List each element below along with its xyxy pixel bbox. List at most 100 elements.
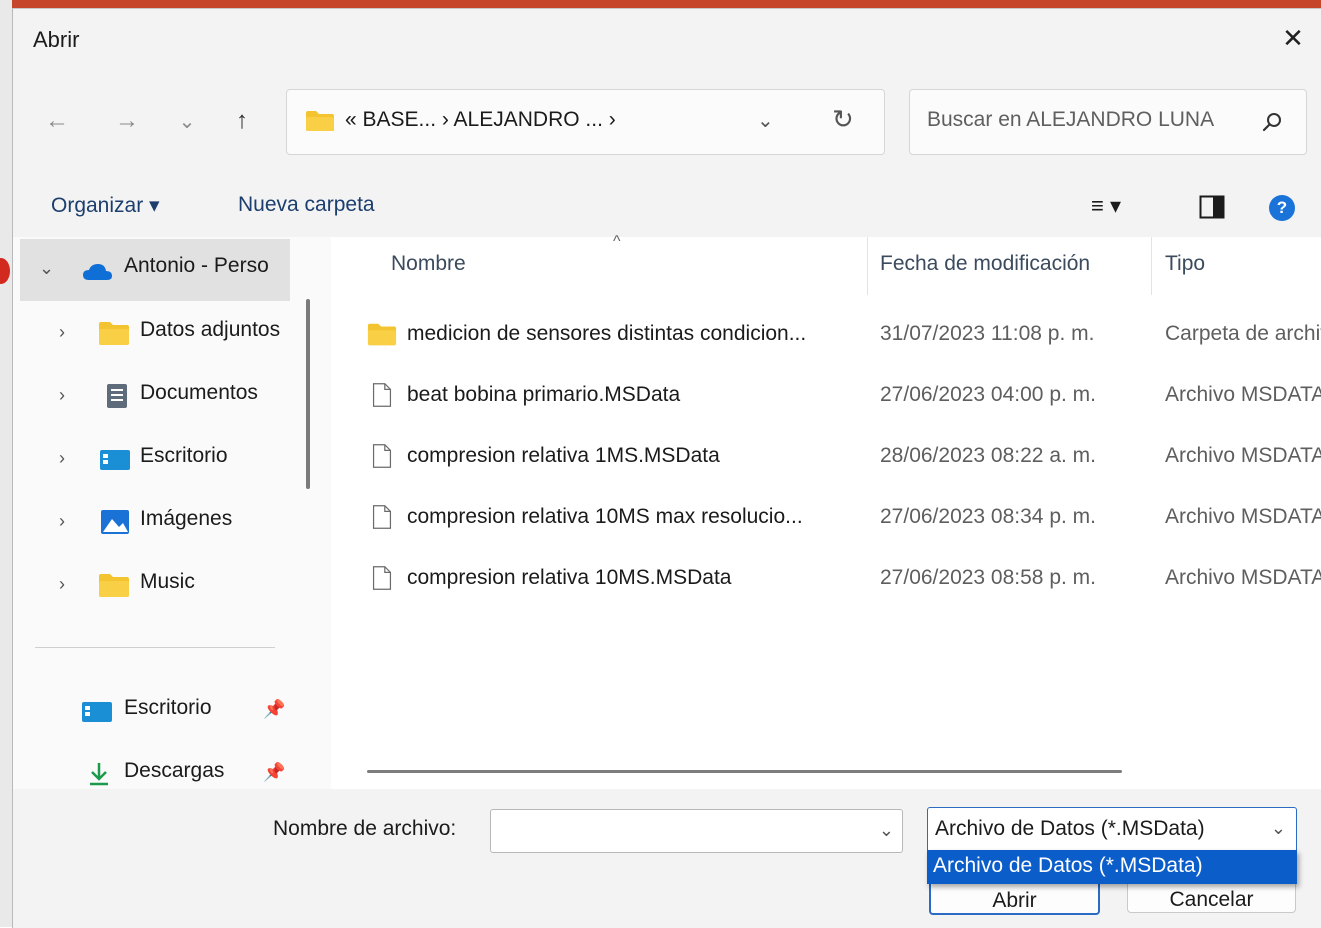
column-header-type[interactable]: Tipo: [1152, 237, 1321, 295]
chevron-right-icon[interactable]: ›: [59, 448, 65, 469]
pin-icon: 📌: [263, 699, 286, 719]
list-item[interactable]: compresion relativa 1MS.MSData 28/06/202…: [331, 427, 1321, 488]
dialog-title: Abrir: [33, 27, 80, 52]
close-button[interactable]: ✕: [1264, 9, 1321, 67]
folder-icon: [99, 574, 129, 597]
pin-icon: 📌: [263, 762, 286, 782]
forward-arrow-icon: →: [115, 107, 139, 134]
download-icon: [90, 763, 108, 786]
column-header-name[interactable]: ^ Nombre: [331, 233, 867, 295]
chevron-right-icon[interactable]: ›: [59, 574, 65, 595]
sidebar-item-label: Escritorio: [140, 444, 228, 467]
back-button[interactable]: ←: [37, 101, 77, 141]
sidebar-item-label: Music: [140, 570, 195, 593]
file-name: compresion relativa 10MS max resolucio..…: [407, 505, 803, 528]
forward-button[interactable]: →: [107, 101, 147, 141]
chevron-right-icon[interactable]: ›: [59, 511, 65, 532]
file-type: Carpeta de archivos: [1165, 322, 1321, 345]
chevron-down-icon: ⌄: [1270, 818, 1286, 838]
chevron-right-icon[interactable]: ›: [59, 385, 65, 406]
sort-ascending-icon: ^: [613, 233, 621, 250]
list-item[interactable]: compresion relativa 10MS max resolucio..…: [331, 488, 1321, 549]
chevron-down-icon[interactable]: ⌄: [39, 258, 54, 279]
list-item[interactable]: beat bobina primario.MSData 27/06/2023 0…: [331, 366, 1321, 427]
chevron-down-icon[interactable]: ⌄: [879, 820, 894, 841]
sidebar-divider: [35, 647, 275, 648]
command-bar: Organizar ▾ Nueva carpeta ≡ ▾ ?: [13, 181, 1321, 235]
back-arrow-icon: ←: [45, 107, 69, 134]
file-date: 27/06/2023 08:34 p. m.: [880, 505, 1096, 528]
close-icon: ✕: [1282, 22, 1304, 53]
navigation-bar: ← → ⌄ ↑ « BASE... › ALEJANDRO ... › ⌄ ↻ …: [13, 79, 1321, 159]
horizontal-scrollbar[interactable]: [367, 770, 1122, 773]
folder-icon: [306, 111, 334, 131]
list-item[interactable]: medicion de sensores distintas condicion…: [331, 305, 1321, 366]
sidebar-scrollbar[interactable]: [306, 299, 310, 489]
dialog-footer: Nombre de archivo: ⌄ Archivo de Datos (*…: [13, 789, 1321, 928]
background-app-edge: [0, 0, 12, 927]
address-dropdown-icon[interactable]: ⌄: [757, 108, 774, 133]
search-box[interactable]: Buscar en ALEJANDRO LUNA: [909, 89, 1307, 155]
search-input[interactable]: Buscar en ALEJANDRO LUNA: [927, 108, 1214, 132]
file-name: compresion relativa 10MS.MSData: [407, 566, 732, 589]
file-date: 31/07/2023 11:08 p. m.: [880, 322, 1095, 345]
new-folder-button[interactable]: Nueva carpeta: [238, 193, 375, 217]
sidebar-item-onedrive[interactable]: ⌄ Antonio - Perso: [13, 239, 303, 301]
file-list: ^ Nombre Fecha de modificación Tipo medi…: [331, 233, 1321, 789]
open-button-label: Abrir: [992, 889, 1037, 912]
sidebar-item-datos-adjuntos[interactable]: › Datos adjuntos: [13, 303, 303, 365]
pictures-icon: [101, 510, 129, 534]
sidebar-item-documentos[interactable]: › Documentos: [13, 366, 303, 428]
cloud-icon: [83, 264, 112, 280]
file-type: Archivo MSDATA: [1165, 444, 1321, 467]
column-header-date[interactable]: Fecha de modificación: [868, 237, 1151, 295]
sidebar-item-label: Datos adjuntos: [140, 318, 281, 341]
up-arrow-icon: ↑: [236, 107, 248, 134]
refresh-icon[interactable]: ↻: [832, 104, 854, 135]
breadcrumb[interactable]: « BASE... › ALEJANDRO ... ›: [345, 108, 616, 132]
filetype-option-label: Archivo de Datos (*.MSData): [933, 854, 1203, 877]
file-date: 27/06/2023 04:00 p. m.: [880, 383, 1096, 406]
sidebar-item-label: Antonio - Perso: [124, 254, 269, 277]
documents-icon: [107, 384, 127, 408]
sidebar-item-label: Documentos: [140, 381, 258, 404]
open-file-dialog: Abrir ✕ ← → ⌄ ↑ « BASE... › ALEJANDRO ..…: [12, 8, 1321, 928]
chevron-right-icon[interactable]: ›: [59, 322, 65, 343]
file-name: beat bobina primario.MSData: [407, 383, 681, 406]
filename-label: Nombre de archivo:: [273, 817, 457, 840]
chevron-down-icon: ⌄: [178, 110, 196, 133]
sidebar-item-label: Imágenes: [140, 507, 233, 530]
help-icon[interactable]: ?: [1269, 195, 1295, 221]
cancel-button-label: Cancelar: [1169, 888, 1254, 911]
column-label: Fecha de modificación: [880, 252, 1091, 275]
view-menu-icon[interactable]: ≡ ▾: [1091, 193, 1121, 219]
file-date: 28/06/2023 08:22 a. m.: [880, 444, 1096, 467]
title-bar: Abrir ✕: [13, 9, 1321, 67]
file-name: medicion de sensores distintas condicion…: [407, 322, 807, 345]
column-label: Tipo: [1165, 252, 1206, 275]
file-icon: [372, 505, 392, 529]
quick-access-escritorio[interactable]: Escritorio 📌: [13, 681, 303, 743]
organize-button[interactable]: Organizar ▾: [51, 193, 160, 218]
file-icon: [372, 383, 392, 407]
sidebar-item-imagenes[interactable]: › Imágenes: [13, 492, 303, 554]
file-type: Archivo MSDATA: [1165, 566, 1321, 589]
sidebar-item-music[interactable]: › Music: [13, 555, 303, 617]
sidebar-item-label: Descargas: [124, 759, 225, 782]
file-name: compresion relativa 1MS.MSData: [407, 444, 720, 467]
filename-input[interactable]: ⌄: [490, 809, 903, 853]
filetype-selected: Archivo de Datos (*.MSData): [935, 817, 1205, 840]
desktop-icon: [100, 450, 130, 470]
column-label: Nombre: [391, 252, 466, 275]
background-app-strip: [0, 0, 1321, 8]
up-button[interactable]: ↑: [222, 101, 262, 141]
filetype-select[interactable]: Archivo de Datos (*.MSData) ⌄: [927, 807, 1297, 853]
folder-icon: [367, 323, 397, 346]
address-bar[interactable]: « BASE... › ALEJANDRO ... › ⌄ ↻: [286, 89, 885, 155]
folder-icon: [99, 322, 129, 345]
recent-locations-button[interactable]: ⌄: [167, 101, 207, 141]
filetype-option[interactable]: Archivo de Datos (*.MSData): [927, 850, 1297, 884]
sidebar-item-escritorio[interactable]: › Escritorio: [13, 429, 303, 491]
preview-pane-icon[interactable]: [1199, 195, 1225, 219]
list-item[interactable]: compresion relativa 10MS.MSData 27/06/20…: [331, 549, 1321, 610]
